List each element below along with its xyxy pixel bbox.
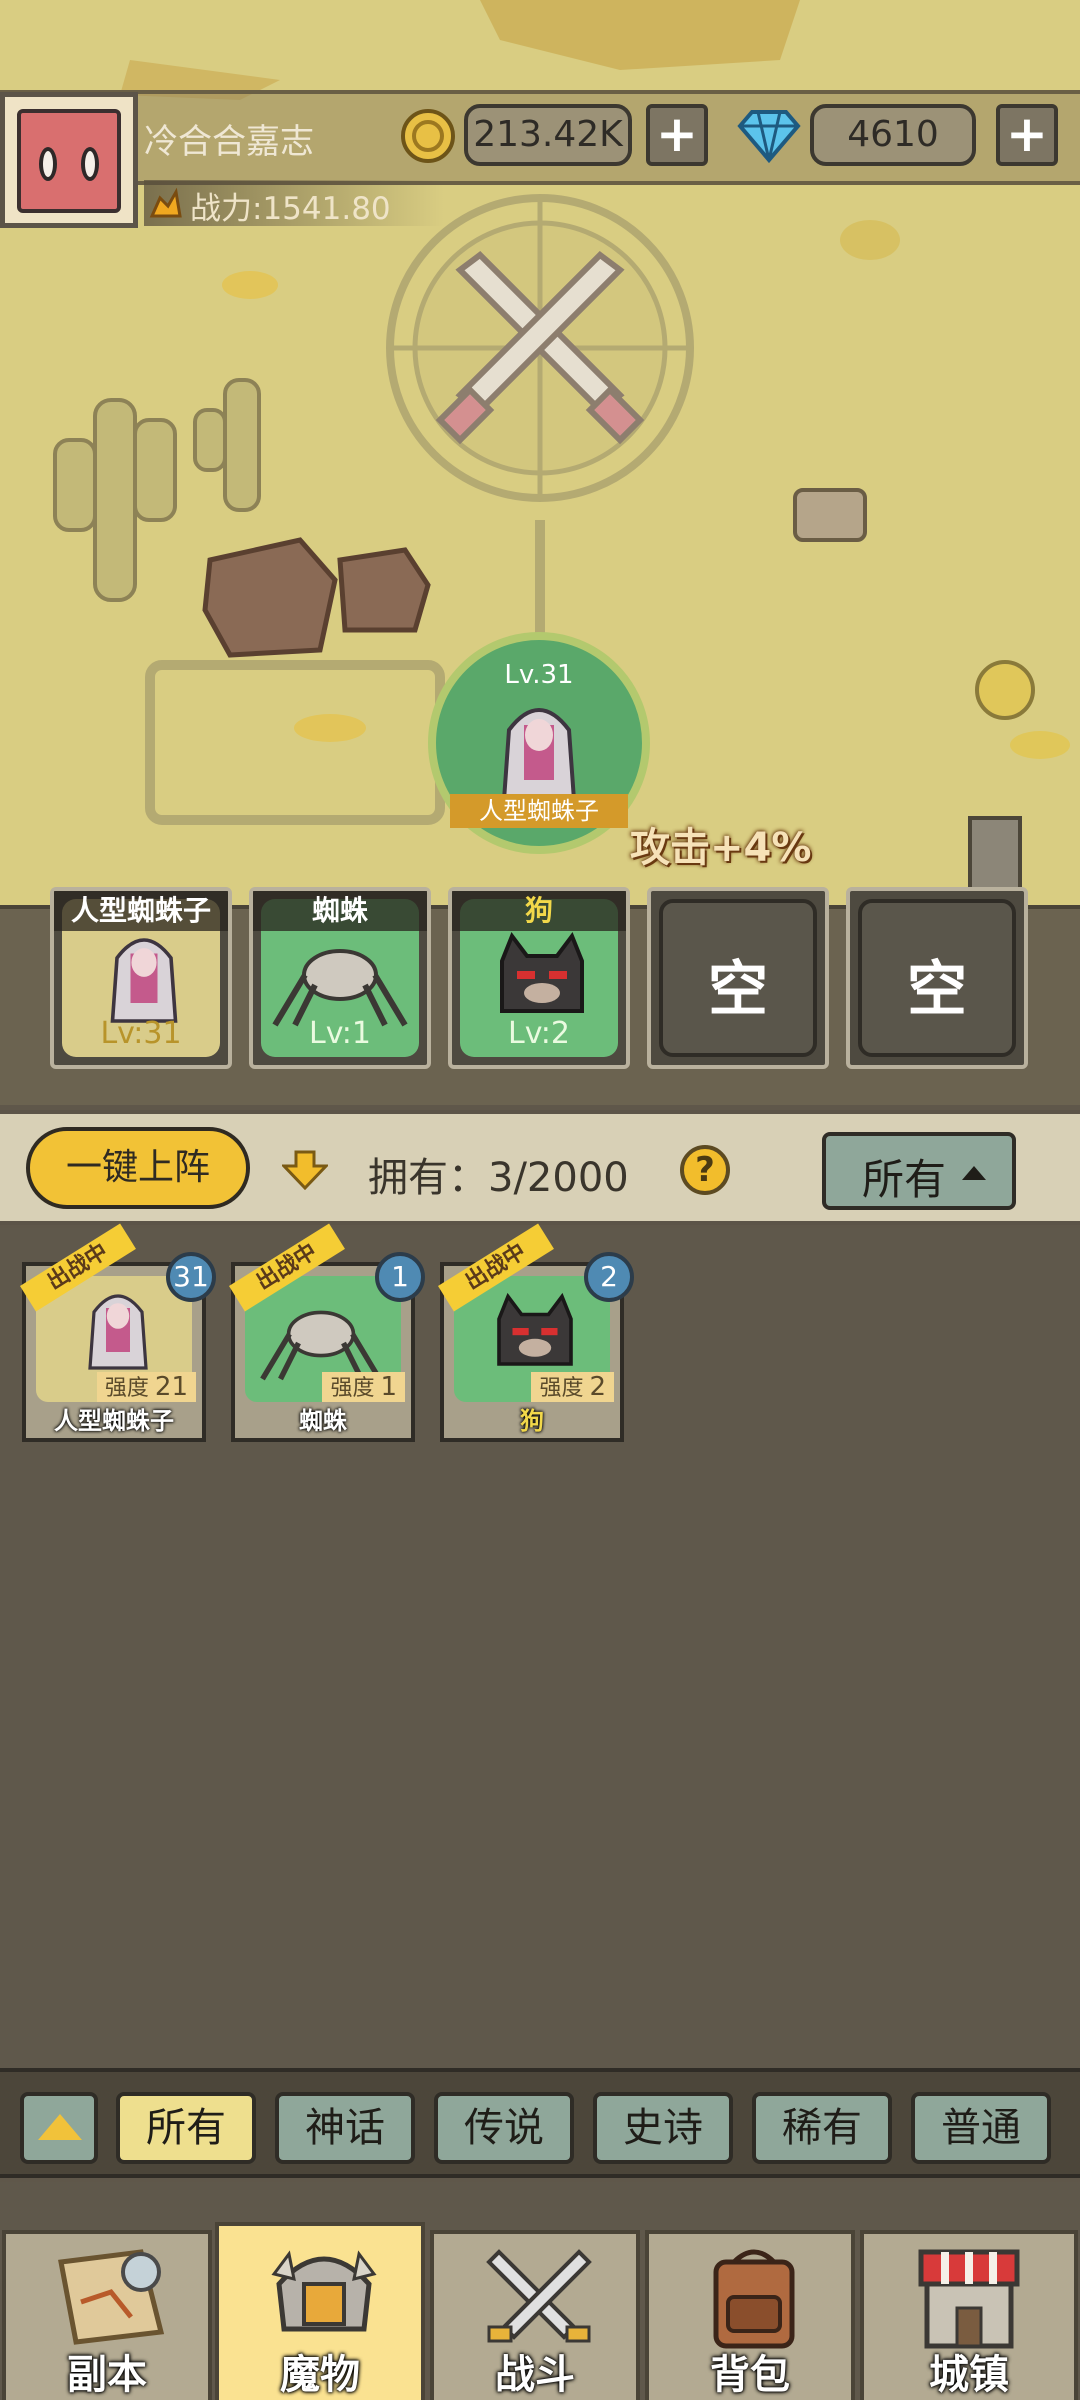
backpack-icon — [713, 2249, 795, 2349]
slot-level: Lv:31 — [100, 1016, 182, 1051]
formation-slot-5[interactable]: 空 — [846, 887, 1028, 1069]
sort-arrow-icon[interactable] — [282, 1150, 328, 1190]
dog-icon — [497, 1292, 573, 1366]
tab-legendary[interactable]: 传说 — [434, 2092, 574, 2164]
tab-mythic[interactable]: 神话 — [275, 2092, 415, 2164]
empty-slot-label: 空 — [907, 955, 967, 1025]
avatar-face — [17, 109, 121, 213]
empty-slot-label: 空 — [708, 955, 768, 1025]
nav-label: 战斗 — [495, 2352, 575, 2398]
tab-common[interactable]: 普通 — [911, 2092, 1051, 2164]
add-gems-button[interactable]: + — [996, 104, 1058, 166]
slot-name: 蜘蛛 — [253, 891, 427, 931]
level-badge: 2 — [584, 1252, 634, 1302]
card-name: 人型蜘蛛子 — [54, 1407, 174, 1435]
monster-card[interactable]: 出战中 强度 1 蜘蛛 1 — [229, 1223, 425, 1442]
nav-label: 城镇 — [929, 2352, 1009, 2398]
game-screen: Lv.31 人型蜘蛛子 攻击+4% 冷合合嘉志 战力:1541.80 213.4… — [0, 0, 1080, 2400]
leader-portrait[interactable]: Lv.31 人型蜘蛛子 — [428, 632, 650, 854]
avatar-eye-left — [39, 147, 57, 181]
formation-slot-2[interactable]: 蜘蛛 Lv:1 — [249, 887, 431, 1069]
avatar-eye-right — [81, 147, 99, 181]
diamond-icon — [737, 110, 801, 164]
slot-level: Lv:1 — [308, 1016, 372, 1051]
leader-name: 人型蜘蛛子 — [450, 794, 628, 828]
tab-all[interactable]: 所有 — [116, 2092, 256, 2164]
level-badge: 1 — [375, 1252, 425, 1302]
nav-label: 背包 — [710, 2352, 790, 2398]
dropdown-caret-icon — [962, 1166, 986, 1180]
power-icon — [149, 187, 182, 218]
gold-amount: 213.42K — [464, 104, 632, 166]
nav-town[interactable]: 城镇 — [860, 2230, 1078, 2400]
filter-dropdown[interactable]: 所有 — [822, 1132, 1016, 1210]
tab-rare[interactable]: 稀有 — [752, 2092, 892, 2164]
slot-level: Lv:2 — [507, 1016, 571, 1051]
add-gold-button[interactable]: + — [646, 104, 708, 166]
owned-count: 拥有：3/2000 — [368, 1155, 629, 1201]
spider-girl-icon — [88, 1294, 148, 1370]
combat-power: 战力:1541.80 — [190, 191, 391, 227]
card-name: 蜘蛛 — [299, 1407, 347, 1435]
crossed-swords-icon — [486, 2249, 592, 2343]
nav-battle[interactable]: 战斗 — [430, 2230, 640, 2400]
collapse-button[interactable] — [20, 2092, 98, 2164]
gem-amount: 4610 — [810, 104, 976, 166]
help-button[interactable]: ? — [680, 1145, 730, 1195]
strength-badge: 强度 2 — [531, 1372, 614, 1402]
formation-slot-3[interactable]: 狗 Lv:2 — [448, 887, 630, 1069]
formation-slot-4[interactable]: 空 — [647, 887, 829, 1069]
card-name: 狗 — [520, 1407, 544, 1435]
shop-icon — [918, 2249, 1020, 2349]
auto-deploy-button[interactable]: 一键上阵 — [26, 1127, 250, 1209]
formation-slot-1[interactable]: 人型蜘蛛子 Lv:31 — [50, 887, 232, 1069]
strength-badge: 强度 21 — [96, 1372, 196, 1402]
nav-label: 魔物 — [280, 2352, 360, 2398]
nav-monsters[interactable]: 魔物 — [215, 2222, 425, 2400]
nav-label: 副本 — [67, 2352, 147, 2398]
leader-level: Lv.31 — [504, 660, 574, 690]
tab-epic[interactable]: 史诗 — [593, 2092, 733, 2164]
monster-card[interactable]: 出战中 强度 2 狗 2 — [438, 1223, 634, 1442]
chevron-up-icon — [38, 2114, 82, 2140]
spider-girl-icon — [501, 708, 577, 802]
nav-dungeon[interactable]: 副本 — [2, 2230, 212, 2400]
gold-coin-icon — [401, 109, 455, 163]
monster-card[interactable]: 出战中 强度 21 人型蜘蛛子 31 — [20, 1223, 216, 1442]
spider-girl-icon — [110, 938, 178, 1023]
player-name: 冷合合嘉志 — [144, 122, 314, 162]
filter-label: 所有 — [862, 1155, 947, 1204]
strength-badge: 强度 1 — [322, 1372, 405, 1402]
slot-name: 狗 — [452, 891, 626, 931]
slot-name: 人型蜘蛛子 — [54, 891, 228, 931]
map-scroll-icon — [58, 2249, 165, 2345]
attack-buff-label: 攻击+4% — [630, 825, 812, 871]
level-badge: 31 — [166, 1252, 216, 1302]
nav-backpack[interactable]: 背包 — [645, 2230, 855, 2400]
player-avatar[interactable] — [0, 92, 138, 228]
helmet-icon — [271, 2250, 377, 2332]
